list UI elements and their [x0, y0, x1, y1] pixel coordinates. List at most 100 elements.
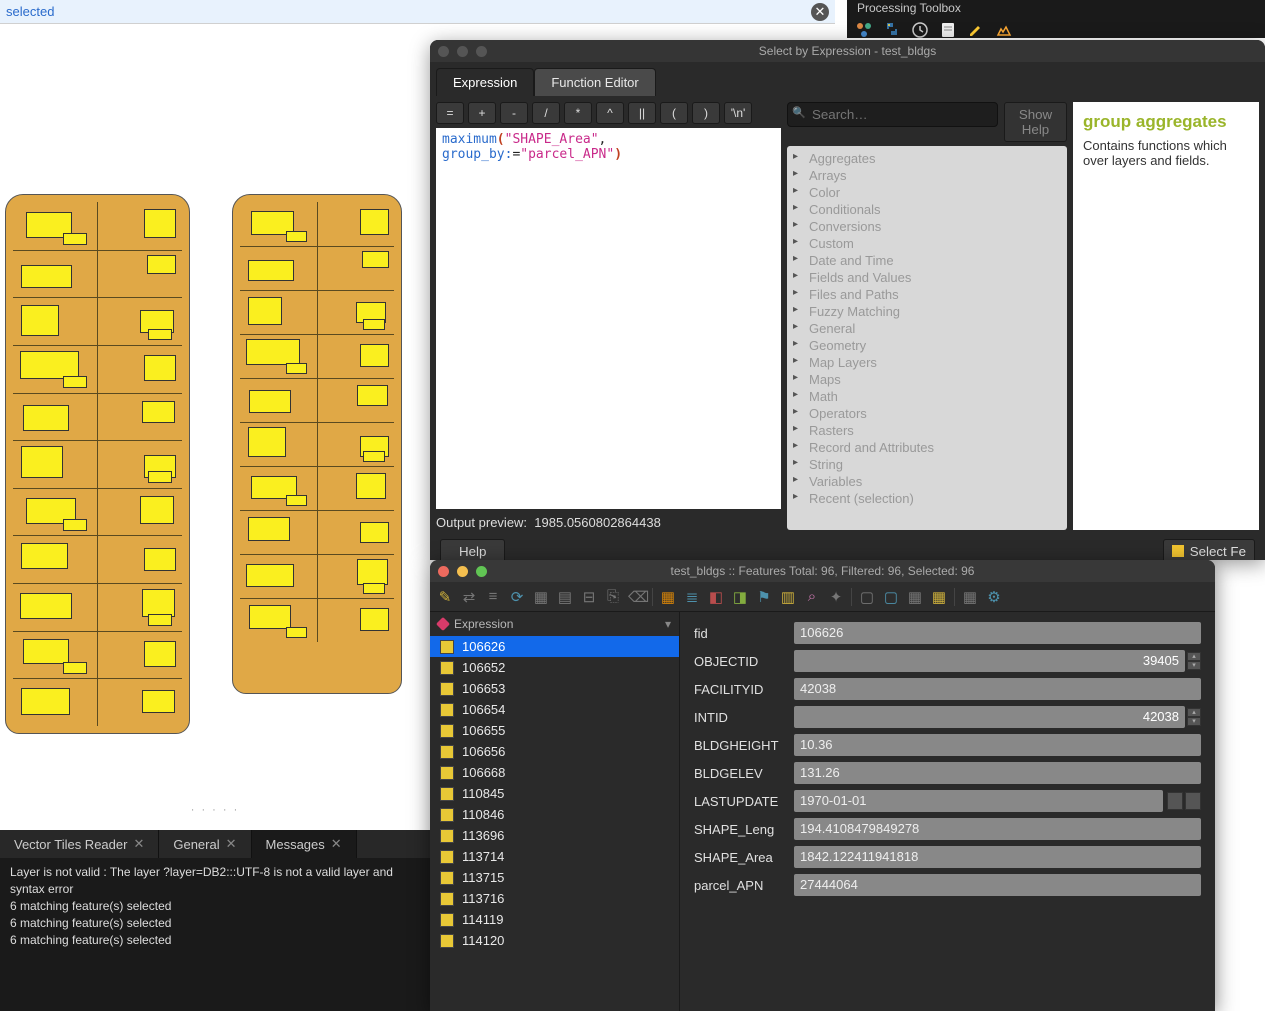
feature-list-item[interactable]: 110846	[430, 804, 679, 825]
feature-list-item[interactable]: 113716	[430, 888, 679, 909]
toolbar-icon[interactable]: ▤	[556, 588, 574, 606]
building-footprint[interactable]	[248, 297, 282, 325]
tree-item[interactable]: Custom	[787, 235, 1067, 252]
building-footprint[interactable]	[63, 233, 87, 245]
spinner[interactable]: ▴▾	[1187, 652, 1201, 670]
building-footprint[interactable]	[21, 543, 67, 569]
tree-item[interactable]: Conversions	[787, 218, 1067, 235]
field-value[interactable]: 39405	[794, 650, 1185, 672]
toolbar-icon[interactable]: ▢	[858, 588, 876, 606]
tree-item[interactable]: Fuzzy Matching	[787, 303, 1067, 320]
building-footprint[interactable]	[286, 627, 307, 638]
operator-button[interactable]: =	[436, 102, 464, 124]
max-dot[interactable]	[476, 566, 487, 577]
operator-button[interactable]: ^	[596, 102, 624, 124]
expression-editor[interactable]: maximum("SHAPE_Area", group_by:="parcel_…	[436, 128, 781, 509]
tab-function-editor[interactable]: Function Editor	[534, 68, 655, 96]
chevron-down-icon[interactable]: ▾	[665, 617, 671, 631]
tree-item[interactable]: Conditionals	[787, 201, 1067, 218]
toolbar-icon[interactable]: ⚑	[755, 588, 773, 606]
building-footprint[interactable]	[63, 662, 87, 674]
feature-list-item[interactable]: 113715	[430, 867, 679, 888]
spinner[interactable]: ▴▾	[1187, 708, 1201, 726]
building-footprint[interactable]	[20, 593, 72, 619]
building-footprint[interactable]	[63, 519, 87, 531]
building-footprint[interactable]	[356, 473, 387, 499]
feature-list-item[interactable]: 106654	[430, 699, 679, 720]
toolbar-icon[interactable]: ▢	[882, 588, 900, 606]
field-value[interactable]: 131.26	[794, 762, 1201, 784]
dialog-titlebar[interactable]: Select by Expression - test_bldgs	[430, 40, 1265, 62]
toolbar-icon[interactable]: ▦	[906, 588, 924, 606]
feature-list-item[interactable]: 113714	[430, 846, 679, 867]
field-value[interactable]: 1970-01-01	[794, 790, 1163, 812]
building-footprint[interactable]	[144, 641, 176, 667]
tree-item[interactable]: Fields and Values	[787, 269, 1067, 286]
toolbar-icon[interactable]: ✎	[436, 588, 454, 606]
search-input[interactable]	[787, 102, 998, 127]
tree-item[interactable]: General	[787, 320, 1067, 337]
close-icon[interactable]: ✕	[331, 836, 342, 852]
feature-list-item[interactable]: 113696	[430, 825, 679, 846]
toolbar-icon[interactable]: ▦	[659, 588, 677, 606]
tree-item[interactable]: Date and Time	[787, 252, 1067, 269]
edit-icon[interactable]	[967, 21, 985, 39]
min-dot[interactable]	[457, 566, 468, 577]
tree-item[interactable]: Variables	[787, 473, 1067, 490]
building-footprint[interactable]	[142, 589, 176, 617]
max-dot[interactable]	[476, 46, 487, 57]
toolbar-icon[interactable]: ⊟	[580, 588, 598, 606]
select-features-button[interactable]: Select Fe	[1163, 539, 1255, 561]
tree-item[interactable]: Arrays	[787, 167, 1067, 184]
close-icon[interactable]: ✕	[811, 3, 829, 21]
building-footprint[interactable]	[248, 517, 290, 541]
calendar-icon[interactable]	[1185, 792, 1201, 810]
tree-item[interactable]: Aggregates	[787, 150, 1067, 167]
feature-list-item[interactable]: 114120	[430, 930, 679, 951]
tree-item[interactable]: String	[787, 456, 1067, 473]
building-footprint[interactable]	[144, 355, 176, 381]
toolbar-icon[interactable]: ⌕	[803, 588, 821, 606]
function-tree[interactable]: AggregatesArraysColorConditionalsConvers…	[787, 146, 1067, 530]
toolbar-icon[interactable]: ▥	[779, 588, 797, 606]
field-value[interactable]: 42038	[794, 706, 1185, 728]
tree-item[interactable]: Color	[787, 184, 1067, 201]
building-footprint[interactable]	[140, 496, 174, 524]
tree-item[interactable]: Maps	[787, 371, 1067, 388]
toolbar-icon[interactable]: ⌫	[628, 588, 646, 606]
toolbar-icon[interactable]: ◨	[731, 588, 749, 606]
feature-list-item[interactable]: 106653	[430, 678, 679, 699]
field-value[interactable]: 10.36	[794, 734, 1201, 756]
feature-list-item[interactable]: 106655	[430, 720, 679, 741]
building-footprint[interactable]	[147, 255, 176, 274]
building-footprint[interactable]	[360, 209, 389, 235]
python-icon[interactable]	[883, 21, 901, 39]
field-value[interactable]: 106626	[794, 622, 1201, 644]
operator-button[interactable]: (	[660, 102, 688, 124]
log-tab[interactable]: Messages✕	[252, 830, 357, 858]
clear-icon[interactable]	[1167, 792, 1183, 810]
building-footprint[interactable]	[357, 385, 388, 406]
building-footprint[interactable]	[360, 608, 389, 632]
field-value[interactable]: 42038	[794, 678, 1201, 700]
field-value[interactable]: 27444064	[794, 874, 1201, 896]
map-canvas[interactable]: · · · · ·	[0, 24, 430, 830]
building-footprint[interactable]	[360, 344, 389, 368]
tree-item[interactable]: Recent (selection)	[787, 490, 1067, 507]
building-footprint[interactable]	[21, 305, 59, 335]
building-footprint[interactable]	[362, 251, 389, 268]
toolbar-icon[interactable]: ⎘	[604, 588, 622, 606]
building-footprint[interactable]	[246, 339, 300, 365]
building-footprint[interactable]	[363, 583, 384, 594]
tree-item[interactable]: Files and Paths	[787, 286, 1067, 303]
operator-button[interactable]: '\n'	[724, 102, 752, 124]
feature-list-item[interactable]: 106652	[430, 657, 679, 678]
close-dot[interactable]	[438, 566, 449, 577]
building-footprint[interactable]	[21, 446, 63, 479]
show-help-button[interactable]: Show Help	[1004, 102, 1067, 142]
feature-list-item[interactable]: 106626	[430, 636, 679, 657]
building-footprint[interactable]	[21, 688, 70, 715]
building-footprint[interactable]	[360, 522, 389, 544]
building-footprint[interactable]	[63, 376, 87, 388]
toolbar-icon[interactable]: ▦	[961, 588, 979, 606]
